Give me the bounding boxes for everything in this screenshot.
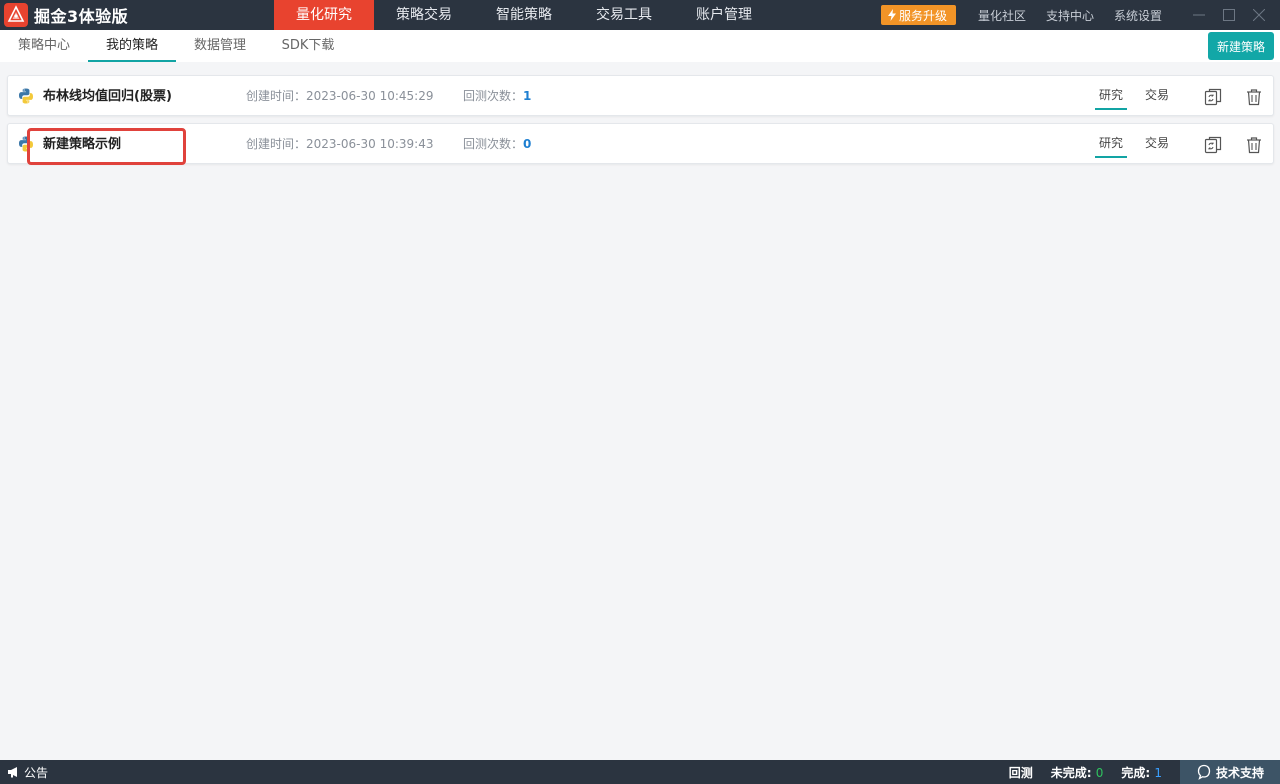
strategy-tab-research[interactable]: 研究 — [1095, 76, 1127, 117]
lightning-icon — [887, 9, 896, 21]
top-right-controls: 服务升级 量化社区 支持中心 系统设置 — [880, 0, 1280, 30]
finished-count: 1 — [1154, 765, 1162, 780]
notice-button[interactable]: 公告 — [7, 764, 48, 781]
strategy-created-time: 创建时间：2023-06-30 10:39:43 — [246, 124, 433, 165]
upgrade-service-button[interactable]: 服务升级 — [880, 5, 956, 25]
tab-strategy-center[interactable]: 策略中心 — [6, 30, 82, 62]
brand: 掘金3体验版 — [0, 0, 274, 30]
strategy-backtest-count: 回测次数：1 — [463, 76, 531, 117]
notice-label: 公告 — [24, 765, 49, 780]
strategy-backtest-count: 回测次数：0 — [463, 124, 531, 165]
megaphone-icon — [8, 767, 17, 778]
tech-support-button[interactable]: 技术支持 — [1180, 760, 1280, 784]
created-label: 创建时间： — [246, 89, 307, 103]
link-support-center[interactable]: 支持中心 — [1046, 7, 1094, 24]
tab-sdk-download[interactable]: SDK下载 — [268, 30, 348, 62]
minimize-button[interactable] — [1184, 0, 1214, 30]
created-value: 2023-06-30 10:39:43 — [306, 137, 434, 151]
maximize-icon — [1223, 9, 1235, 21]
created-label: 创建时间： — [246, 137, 307, 151]
count-label: 回测次数： — [463, 137, 524, 151]
strategy-card[interactable]: 布林线均值回归(股票) 创建时间：2023-06-30 10:45:29 回测次… — [7, 75, 1274, 116]
status-right: 回测 未完成: 0 完成: 1 技术支持 — [1009, 760, 1280, 784]
new-strategy-button[interactable]: 新建策略 — [1208, 32, 1274, 60]
copy-strategy-icon[interactable] — [1203, 135, 1223, 155]
strategy-tab-research[interactable]: 研究 — [1095, 124, 1127, 165]
upgrade-service-label: 服务升级 — [898, 8, 947, 23]
unfinished-count: 0 — [1095, 765, 1104, 780]
strategy-tab-trade[interactable]: 交易 — [1141, 76, 1173, 117]
count-value: 1 — [523, 89, 532, 103]
finished-status: 完成: 1 — [1121, 764, 1162, 781]
tab-data-management[interactable]: 数据管理 — [182, 30, 258, 62]
tech-support-label: 技术支持 — [1215, 765, 1264, 780]
maximize-button[interactable] — [1214, 0, 1244, 30]
nav-account-management[interactable]: 账户管理 — [674, 0, 774, 30]
strategy-tab-trade[interactable]: 交易 — [1141, 124, 1173, 165]
finished-label: 完成: — [1121, 765, 1151, 780]
count-value: 0 — [523, 137, 532, 151]
delete-strategy-icon[interactable] — [1244, 135, 1264, 155]
unfinished-label: 未完成: — [1050, 765, 1092, 780]
minimize-icon — [1193, 14, 1205, 16]
backtest-label[interactable]: 回测 — [1009, 764, 1033, 781]
link-system-settings[interactable]: 系统设置 — [1114, 7, 1162, 24]
highlight-annotation — [27, 128, 186, 165]
link-quant-community[interactable]: 量化社区 — [978, 7, 1026, 24]
strategy-name[interactable]: 布林线均值回归(股票) — [43, 76, 172, 117]
strategy-card[interactable]: 新建策略示例 创建时间：2023-06-30 10:39:43 回测次数：0 研… — [7, 123, 1274, 164]
created-value: 2023-06-30 10:45:29 — [306, 89, 434, 103]
nav-trading-tools[interactable]: 交易工具 — [574, 0, 674, 30]
python-icon — [19, 88, 33, 104]
app-logo-icon — [4, 3, 28, 27]
nav-smart-strategy[interactable]: 智能策略 — [474, 0, 574, 30]
tab-my-strategies[interactable]: 我的策略 — [88, 30, 176, 62]
unfinished-status: 未完成: 0 — [1051, 764, 1104, 781]
close-icon — [1253, 9, 1265, 21]
close-button[interactable] — [1244, 0, 1274, 30]
sub-nav: 策略中心 我的策略 数据管理 SDK下载 新建策略 — [0, 30, 1280, 62]
nav-strategy-trading[interactable]: 策略交易 — [374, 0, 474, 30]
status-bar: 公告 回测 未完成: 0 完成: 1 技术支持 — [0, 760, 1280, 784]
strategy-list: 布林线均值回归(股票) 创建时间：2023-06-30 10:45:29 回测次… — [7, 75, 1274, 171]
count-label: 回测次数： — [463, 89, 524, 103]
delete-strategy-icon[interactable] — [1244, 87, 1264, 107]
strategy-created-time: 创建时间：2023-06-30 10:45:29 — [246, 76, 433, 117]
main-nav: 量化研究 策略交易 智能策略 交易工具 账户管理 — [274, 0, 774, 30]
copy-strategy-icon[interactable] — [1203, 87, 1223, 107]
support-headset-icon — [1197, 764, 1211, 780]
nav-quant-research[interactable]: 量化研究 — [274, 0, 374, 30]
title-bar: 掘金3体验版 量化研究 策略交易 智能策略 交易工具 账户管理 服务升级 量化社… — [0, 0, 1280, 30]
app-title: 掘金3体验版 — [34, 7, 129, 26]
